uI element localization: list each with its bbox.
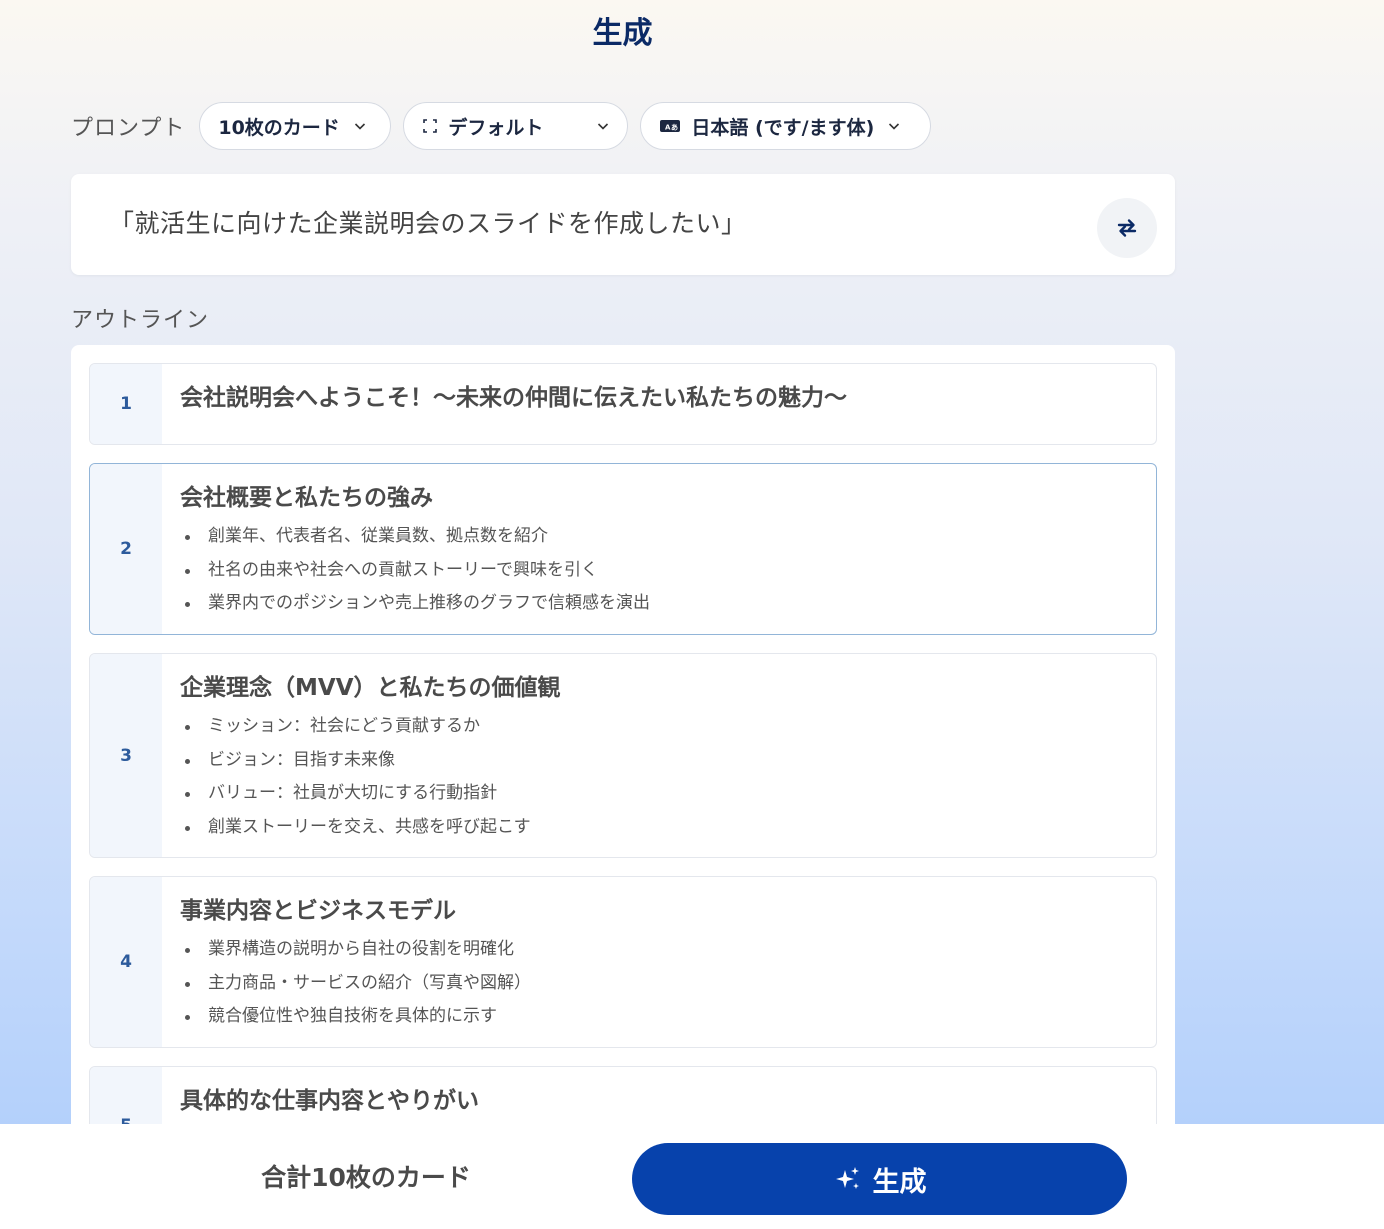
bullet-item[interactable]: 競合優位性や独自技術を具体的に示す — [180, 1000, 531, 1034]
sparkle-icon — [833, 1164, 863, 1194]
card-title[interactable]: 具体的な仕事内容とやりがい — [180, 1081, 479, 1115]
outline-label: アウトライン — [71, 308, 210, 333]
card-title[interactable]: 事業内容とビジネスモデル — [180, 891, 531, 925]
card-count-dropdown[interactable]: 10枚のカード — [199, 102, 392, 150]
bullet-item[interactable]: ミッション：社会にどう貢献するか — [180, 710, 561, 744]
bullet-item[interactable]: ビジョン：目指す未来像 — [180, 744, 561, 778]
card-title[interactable]: 企業理念（MVV）と私たちの価値観 — [180, 668, 561, 702]
card-number: 3 — [90, 654, 162, 857]
chevron-down-icon — [889, 123, 900, 130]
generate-button[interactable]: 生成 — [632, 1143, 1127, 1215]
card-number: 1 — [90, 364, 162, 444]
svg-text:あ: あ — [671, 123, 678, 132]
card-bullets: ミッション：社会にどう貢献するか ビジョン：目指す未来像 バリュー：社員が大切に… — [180, 710, 561, 844]
generate-button-label: 生成 — [872, 1166, 927, 1198]
card-title[interactable]: 会社概要と私たちの強み — [180, 478, 650, 512]
footer-bar: 合計10枚のカード 生成 — [0, 1124, 1384, 1229]
regenerate-button[interactable] — [1097, 198, 1157, 258]
card-bullets: 創業年、代表者名、従業員数、拠点数を紹介 社名の由来や社会への貢献ストーリーで興… — [180, 520, 650, 621]
card-number: 2 — [90, 464, 162, 634]
card-count-value: 10枚のカード — [218, 116, 340, 139]
bullet-item[interactable]: 主力商品・サービスの紹介（写真や図解） — [180, 967, 531, 1001]
outline-panel: 1 会社説明会へようこそ！〜未来の仲間に伝えたい私たちの魅力〜 2 会社概要と私… — [71, 345, 1175, 1145]
language-dropdown[interactable]: Aあ 日本語 (です/ます体) — [640, 102, 932, 150]
bullet-item[interactable]: 創業ストーリーを交え、共感を呼び起こす — [180, 811, 561, 845]
bullet-item[interactable]: 業界構造の説明から自社の役割を明確化 — [180, 933, 531, 967]
theme-dropdown[interactable]: デフォルト — [403, 102, 629, 150]
language-value: 日本語 (です/ます体) — [691, 116, 875, 139]
card-bullets: 業界構造の説明から自社の役割を明確化 主力商品・サービスの紹介（写真や図解） 競… — [180, 933, 531, 1034]
prompt-settings-row: プロンプト 10枚のカード デフォルト Aあ 日本語 (です/ます体) — [71, 102, 943, 150]
prompt-input-box[interactable]: 「就活生に向けた企業説明会のスライドを作成したい」 — [71, 174, 1175, 275]
bullet-item[interactable]: 創業年、代表者名、従業員数、拠点数を紹介 — [180, 520, 650, 554]
swap-arrows-icon — [1117, 219, 1137, 237]
prompt-text[interactable]: 「就活生に向けた企業説明会のスライドを作成したい」 — [109, 204, 747, 240]
bullet-item[interactable]: バリュー：社員が大切にする行動指針 — [180, 777, 561, 811]
language-icon: Aあ — [659, 118, 681, 134]
bullet-item[interactable]: 業界内でのポジションや売上推移のグラフで信頼感を演出 — [180, 587, 650, 621]
outline-card-3[interactable]: 3 企業理念（MVV）と私たちの価値観 ミッション：社会にどう貢献するか ビジョ… — [89, 653, 1157, 858]
page-title: 生成 — [592, 16, 653, 51]
chevron-down-icon — [354, 123, 365, 130]
frame-icon — [422, 118, 438, 134]
total-cards-text: 合計10枚のカード — [261, 1163, 471, 1192]
outline-card-2[interactable]: 2 会社概要と私たちの強み 創業年、代表者名、従業員数、拠点数を紹介 社名の由来… — [89, 463, 1157, 635]
outline-card-4[interactable]: 4 事業内容とビジネスモデル 業界構造の説明から自社の役割を明確化 主力商品・サ… — [89, 876, 1157, 1048]
outline-card-1[interactable]: 1 会社説明会へようこそ！〜未来の仲間に伝えたい私たちの魅力〜 — [89, 363, 1157, 445]
chevron-down-icon — [598, 123, 609, 130]
card-number: 4 — [90, 877, 162, 1047]
theme-value: デフォルト — [448, 116, 544, 139]
bullet-item[interactable]: 社名の由来や社会への貢献ストーリーで興味を引く — [180, 554, 650, 588]
card-title[interactable]: 会社説明会へようこそ！〜未来の仲間に伝えたい私たちの魅力〜 — [180, 378, 847, 412]
prompt-label: プロンプト — [71, 116, 186, 141]
